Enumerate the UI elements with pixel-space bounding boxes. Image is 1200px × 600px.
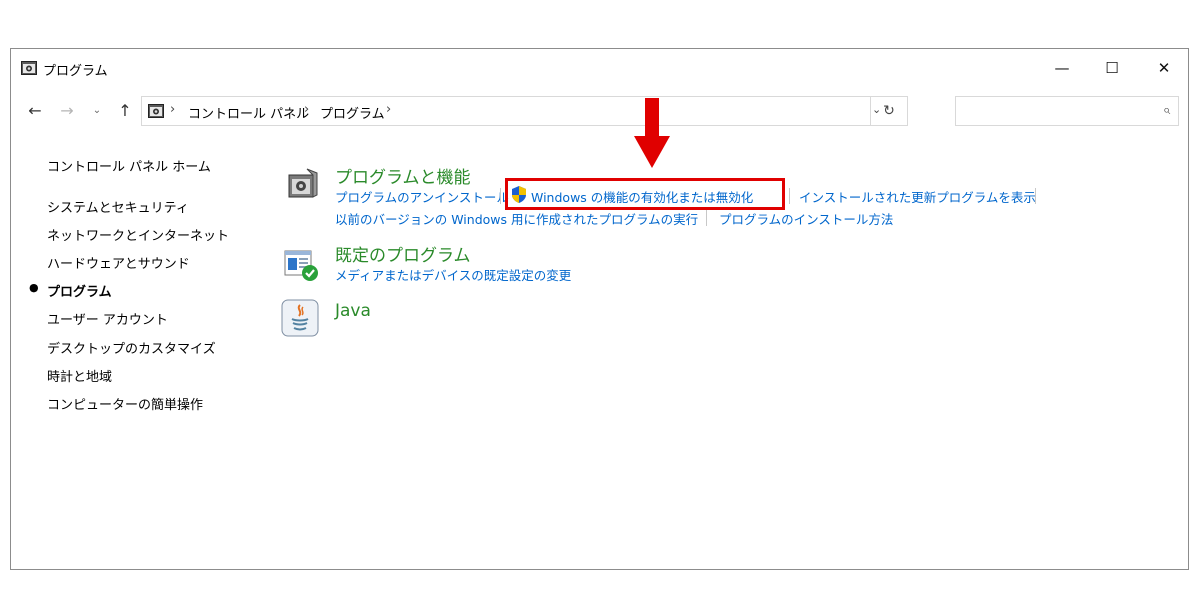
current-item-bullet-icon: ● <box>29 281 39 294</box>
sidebar-item-ease-of-access[interactable]: コンピューターの簡単操作 <box>47 394 203 413</box>
maximize-icon: ☐ <box>1105 59 1119 77</box>
up-arrow-icon[interactable]: ↑ <box>115 101 135 120</box>
sidebar-item-clock-region[interactable]: 時計と地域 <box>47 366 112 385</box>
control-panel-window: プログラム — ☐ ✕ ← → ⌄ ↑ › コントロール パネル › プログラム… <box>10 48 1189 570</box>
category-title-java[interactable]: Java <box>335 301 371 321</box>
breadcrumb-separator-icon[interactable]: › <box>386 102 391 117</box>
category-title-default-programs[interactable]: 既定のプログラム <box>335 241 471 266</box>
red-arrow-down-icon <box>634 98 670 168</box>
java-icon <box>281 299 319 337</box>
sidebar-item-desktop-customization[interactable]: デスクトップのカスタマイズ <box>47 338 216 357</box>
control-panel-icon <box>21 61 37 75</box>
control-panel-icon <box>148 104 164 118</box>
back-arrow-icon[interactable]: ← <box>25 101 45 120</box>
refresh-button[interactable]: ↻ <box>870 97 907 125</box>
sidebar-item-hardware-sound[interactable]: ハードウェアとサウンド <box>47 253 190 272</box>
default-programs-icon <box>284 250 318 281</box>
breadcrumb-separator-icon[interactable]: › <box>170 102 175 117</box>
sidebar-item-network-internet[interactable]: ネットワークとインターネット <box>47 225 229 244</box>
link-run-older-programs[interactable]: 以前のバージョンの Windows 用に作成されたプログラムの実行 <box>335 209 698 228</box>
address-bar[interactable]: › コントロール パネル › プログラム › ⌄ ↻ <box>141 96 908 126</box>
link-how-to-install-program[interactable]: プログラムのインストール方法 <box>719 209 893 228</box>
link-view-installed-updates[interactable]: インストールされた更新プログラムを表示 <box>799 187 1036 206</box>
breadcrumb-separator-icon[interactable]: › <box>304 102 309 117</box>
minimize-button[interactable]: — <box>1037 49 1087 87</box>
sidebar-item-control-panel-home[interactable]: コントロール パネル ホーム <box>47 156 211 175</box>
uac-shield-icon <box>512 186 526 203</box>
sidebar-item-user-accounts[interactable]: ユーザー アカウント <box>47 309 168 328</box>
link-divider <box>1035 188 1036 204</box>
link-windows-features[interactable]: Windows の機能の有効化または無効化 <box>531 187 753 206</box>
link-divider <box>789 188 790 204</box>
link-uninstall-program[interactable]: プログラムのアンインストール <box>335 187 509 206</box>
title-bar: プログラム — ☐ ✕ <box>11 49 1188 87</box>
breadcrumb-control-panel[interactable]: コントロール パネル <box>188 103 309 122</box>
close-icon: ✕ <box>1157 59 1171 77</box>
category-title-programs-features[interactable]: プログラムと機能 <box>335 163 471 188</box>
sidebar-item-programs[interactable]: ● プログラム <box>29 281 112 300</box>
forward-arrow-icon[interactable]: → <box>57 101 77 120</box>
link-divider <box>706 210 707 226</box>
breadcrumb-programs[interactable]: プログラム <box>320 103 385 122</box>
close-button[interactable]: ✕ <box>1139 49 1189 87</box>
recent-locations-chevron-icon[interactable]: ⌄ <box>87 105 107 116</box>
programs-features-icon <box>288 168 318 198</box>
maximize-button[interactable]: ☐ <box>1087 49 1137 87</box>
search-icon: ⌕ <box>1162 103 1170 118</box>
link-divider <box>500 188 501 204</box>
link-change-media-device-defaults[interactable]: メディアまたはデバイスの既定設定の変更 <box>335 265 571 284</box>
sidebar-item-label: プログラム <box>47 285 112 300</box>
refresh-icon: ↻ <box>883 103 895 119</box>
window-title: プログラム <box>43 64 108 79</box>
sidebar-item-system-security[interactable]: システムとセキュリティ <box>47 197 189 216</box>
navigation-bar: ← → ⌄ ↑ › コントロール パネル › プログラム › ⌄ ↻ ⌕ <box>11 93 1188 129</box>
minimize-icon: — <box>1054 59 1070 77</box>
search-input[interactable]: ⌕ <box>955 96 1179 126</box>
